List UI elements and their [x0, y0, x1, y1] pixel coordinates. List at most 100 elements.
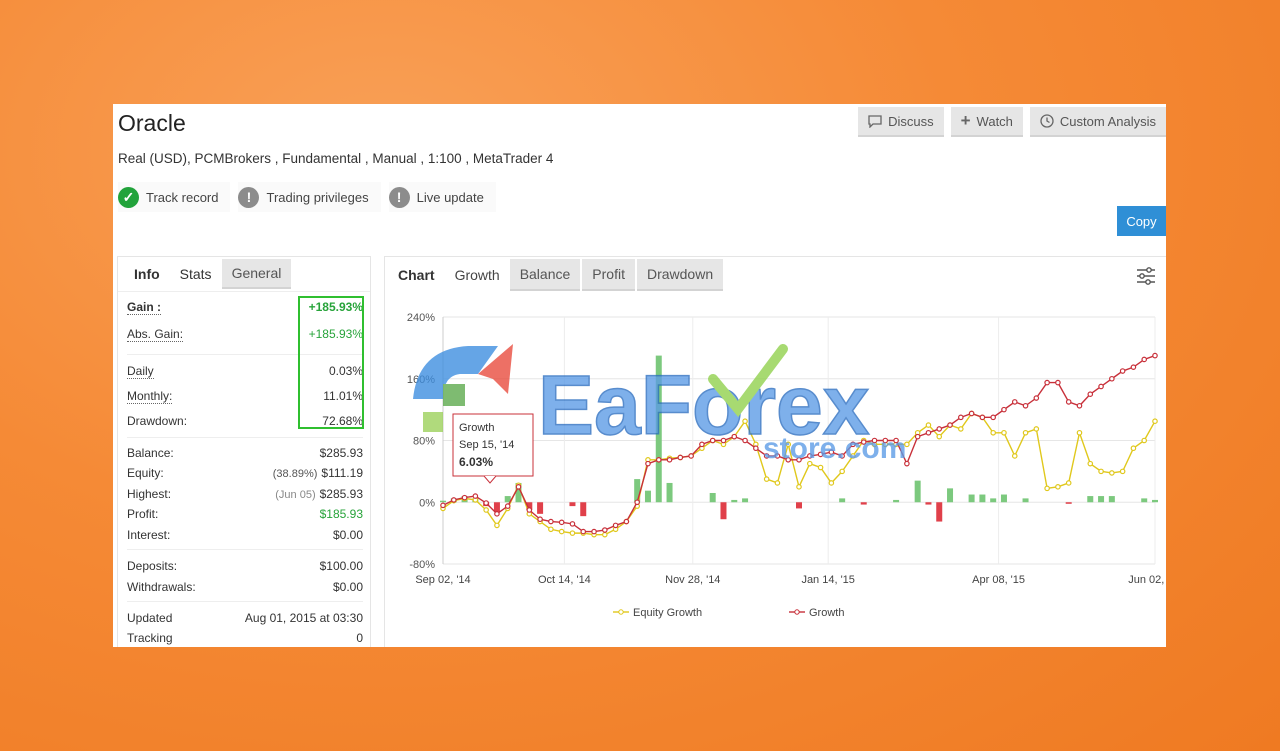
top-actions: Discuss + Watch Custom Analysis [858, 107, 1166, 137]
tab-general[interactable]: General [221, 259, 292, 289]
stat-value: $285.93 [319, 487, 363, 501]
badge-trading-privileges[interactable]: ! Trading privileges [238, 182, 381, 212]
growth-point [1022, 402, 1029, 409]
equity-growth-point [548, 526, 554, 533]
stat-profit: Profit: $185.93 [127, 507, 363, 521]
growth-point [1065, 399, 1072, 405]
tab-profit[interactable]: Profit [582, 259, 635, 291]
badge-track-record[interactable]: ✓ Track record [118, 182, 231, 212]
account-details: Real (USD), PCMBrokers , Fundamental , M… [118, 151, 554, 166]
equity-growth-point [602, 531, 608, 538]
growth-point [472, 493, 479, 499]
equity-growth-point [1033, 426, 1040, 432]
watermark-logo: EaForex store.com [413, 344, 906, 464]
equity-growth-point [1076, 429, 1083, 436]
tab-drawdown[interactable]: Drawdown [636, 259, 724, 291]
growth-point [602, 527, 608, 533]
stat-value: Aug 01, 2015 at 03:30 [244, 611, 363, 625]
badge-label: Live update [416, 189, 484, 205]
growth-point [461, 494, 468, 501]
divider [127, 601, 363, 602]
profit-bar [947, 488, 954, 503]
stat-tracking: Tracking 0 [127, 631, 363, 645]
stat-label: Highest: [127, 487, 172, 501]
stat-label[interactable]: Abs. Gain: [127, 327, 184, 342]
growth-point [947, 422, 953, 428]
tab-info[interactable]: Info [124, 259, 170, 289]
growth-point [623, 518, 630, 525]
stat-label[interactable]: Gain : [127, 300, 162, 315]
stat-label: Updated [127, 611, 173, 625]
y-tick-label: 0% [419, 497, 435, 509]
equity-growth-point [796, 484, 802, 490]
profit-bar [644, 490, 651, 503]
growth-point [548, 518, 554, 525]
equity-growth-point [569, 530, 576, 536]
divider [127, 549, 363, 550]
equity-growth-point [1119, 468, 1126, 475]
profit-bar [1065, 502, 1072, 504]
stat-value: 0 [356, 631, 363, 645]
profit-bar [1022, 498, 1029, 503]
discuss-button[interactable]: Discuss [858, 107, 944, 137]
watch-button[interactable]: + Watch [950, 107, 1023, 137]
growth-point [483, 500, 489, 506]
stat-equity: Equity: (38.89%) $111.19 [127, 466, 363, 480]
stat-label[interactable]: Daily [127, 364, 154, 379]
equity-growth-point [990, 429, 996, 436]
highlight-box [298, 296, 364, 429]
equity-growth-point [483, 507, 489, 513]
profit-bar [1087, 496, 1094, 503]
tab-stats[interactable]: Stats [170, 259, 222, 289]
profit-bar [440, 500, 446, 503]
profit-bar [709, 492, 716, 503]
stat-value: $0.00 [332, 528, 363, 542]
stat-label[interactable]: Monthly: [127, 389, 173, 404]
growth-point [1033, 395, 1040, 401]
growth-point [515, 484, 522, 490]
custom-analysis-button[interactable]: Custom Analysis [1029, 107, 1166, 137]
equity-growth-point [1141, 437, 1148, 444]
x-tick-label: Oct 14, '14 [538, 574, 591, 586]
profit-bar [1108, 496, 1115, 503]
growth-point [958, 414, 964, 421]
badge-live-update[interactable]: ! Live update [388, 182, 496, 212]
exclamation-icon: ! [388, 186, 410, 208]
profit-bar [839, 498, 846, 503]
profit-bar [1152, 499, 1158, 503]
growth-point [1109, 375, 1115, 382]
profit-bar [731, 499, 738, 503]
stat-value: $0.00 [332, 580, 363, 594]
profit-bar [893, 499, 900, 503]
growth-point [612, 522, 619, 529]
x-tick-label: Jun 02, '15 [1128, 574, 1165, 586]
stat-note: (Jun 05) [275, 489, 316, 501]
equity-growth-point [774, 480, 781, 486]
profit-bar [666, 482, 673, 503]
x-tick-label: Jan 14, '15 [801, 574, 854, 586]
growth-point [1055, 379, 1061, 386]
x-tick-label: Nov 28, '14 [665, 574, 720, 586]
growth-point [979, 414, 986, 421]
chart-tabs: Chart Growth Balance Profit Drawdown [385, 257, 1166, 293]
tab-balance[interactable]: Balance [509, 259, 581, 291]
stat-label: Balance: [127, 446, 174, 460]
profit-bar [537, 502, 544, 514]
chart-heading: Chart [398, 267, 435, 283]
growth-point [580, 528, 587, 535]
profit-bar [925, 502, 932, 505]
tab-growth[interactable]: Growth [445, 259, 510, 291]
profit-bar [968, 494, 975, 503]
copy-button[interactable]: Copy [1117, 206, 1166, 236]
check-icon: ✓ [118, 186, 139, 208]
growth-point [1141, 356, 1148, 363]
profit-bar [1141, 498, 1148, 503]
stat-updated: Updated Aug 01, 2015 at 03:30 [127, 611, 363, 625]
growth-point [440, 502, 446, 509]
x-tick-label: Apr 08, '15 [972, 574, 1025, 586]
profit-bar [493, 502, 500, 512]
legend-growth-label: Growth [809, 607, 844, 619]
settings-sliders-icon[interactable] [1136, 267, 1156, 285]
stat-balance: Balance: $285.93 [127, 446, 363, 460]
profit-bar [990, 498, 997, 503]
